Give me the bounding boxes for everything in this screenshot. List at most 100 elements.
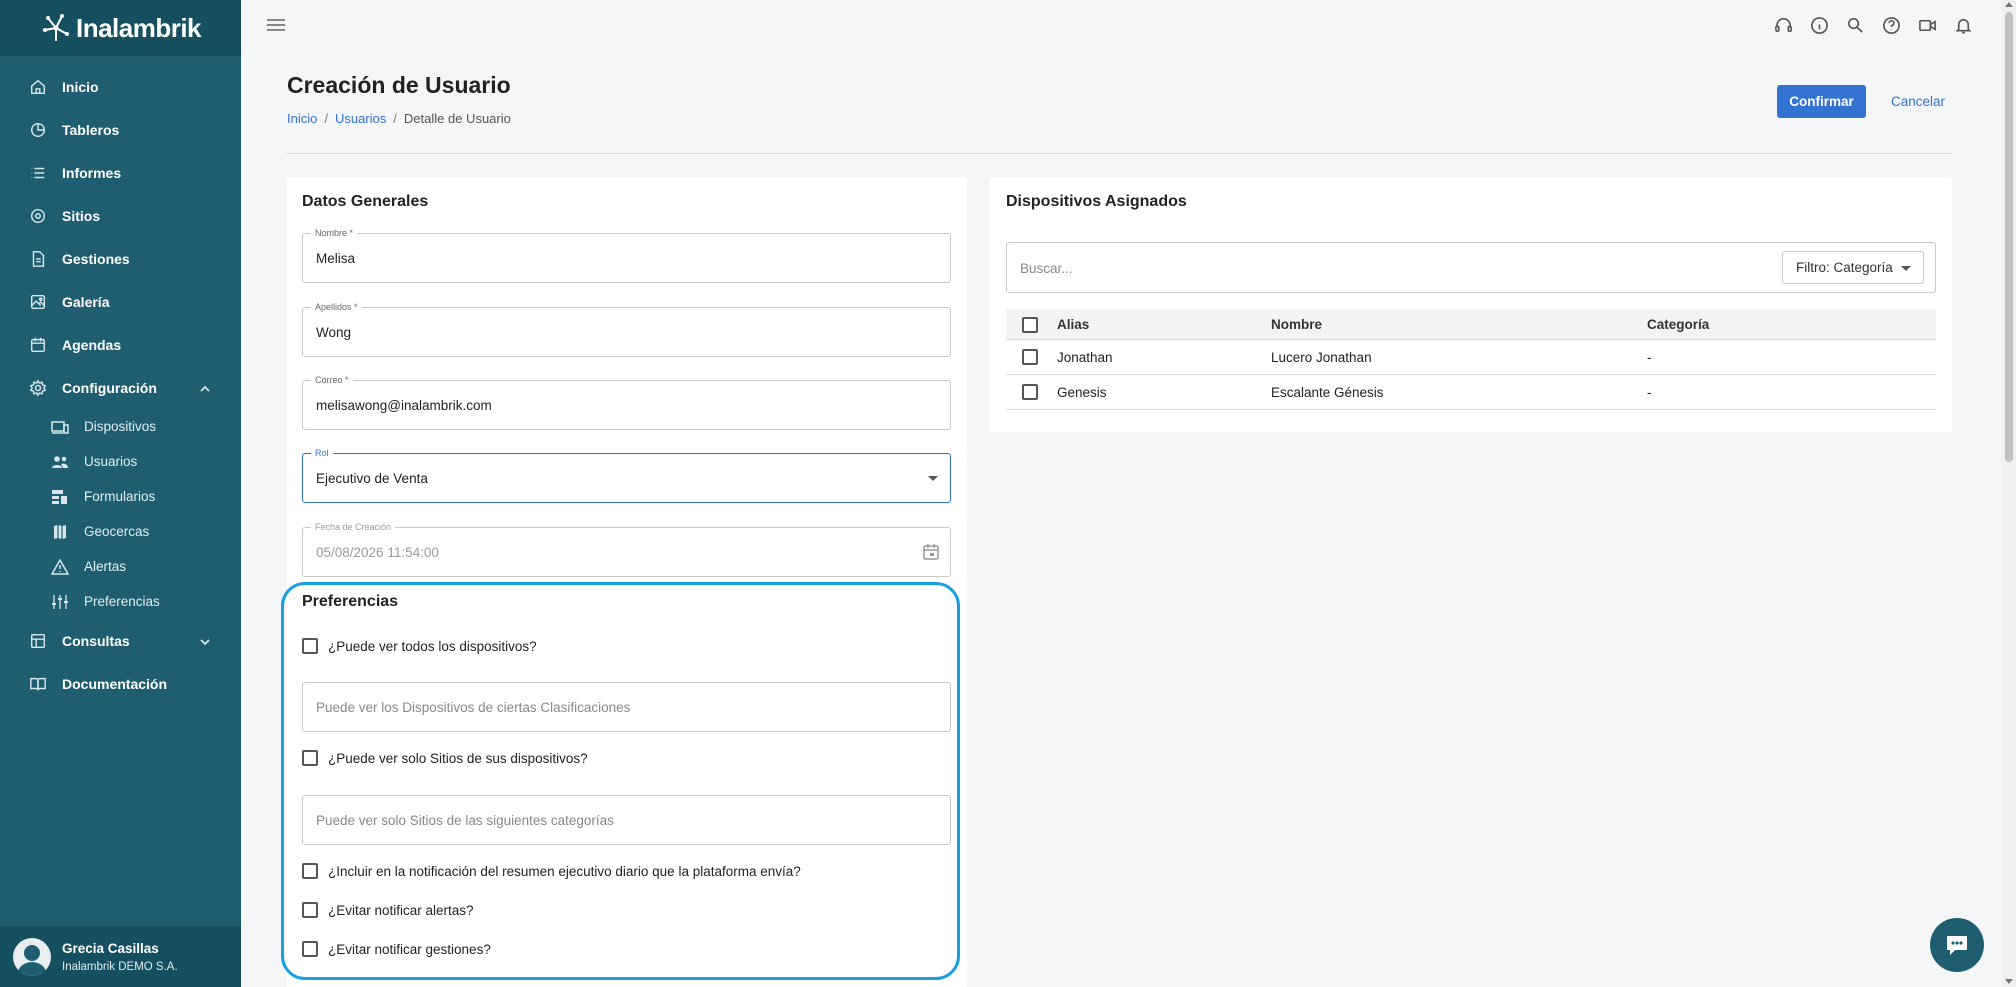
sidebar-item-agendas[interactable]: Agendas <box>0 323 241 366</box>
sidebar-item-documentacion[interactable]: Documentación <box>0 662 241 705</box>
cancel-button[interactable]: Cancelar <box>1880 85 1956 118</box>
header-divider <box>287 153 1952 154</box>
sidebar-item-label: Configuración <box>62 379 157 396</box>
nombre-label: Nombre * <box>311 228 358 239</box>
warning-icon <box>50 558 70 576</box>
table-row[interactable]: Genesis Escalante Génesis - <box>1006 375 1936 410</box>
sidebar-nav: Inicio Tableros Informes Sitios Gestione… <box>0 65 241 705</box>
assigned-devices-title: Dispositivos Asignados <box>1006 193 1187 210</box>
breadcrumb-current: Detalle de Usuario <box>403 111 511 126</box>
sidebar-subitem-alertas[interactable]: Alertas <box>0 549 241 584</box>
calendar-icon <box>28 335 48 355</box>
sidebar-item-tableros[interactable]: Tableros <box>0 108 241 151</box>
document-icon <box>28 249 48 269</box>
filter-label: Filtro: Categoría <box>1796 260 1893 275</box>
cell-alias: Jonathan <box>1057 350 1113 365</box>
sidebar-subitem-preferencias[interactable]: Preferencias <box>0 584 241 619</box>
sidebar-subitem-label: Alertas <box>84 559 127 574</box>
sidebar-item-galeria[interactable]: Galería <box>0 280 241 323</box>
category-filter-dropdown[interactable]: Filtro: Categoría <box>1782 251 1924 284</box>
breadcrumb-inicio[interactable]: Inicio <box>287 111 317 126</box>
help-icon[interactable] <box>1880 14 1902 36</box>
sidebar: Inalambrik Inicio Tableros Informes Siti… <box>0 0 241 987</box>
scroll-thumb[interactable] <box>2005 12 2013 462</box>
fecha-label: Fecha de Creación <box>311 522 396 533</box>
chevron-down-icon <box>199 635 211 647</box>
devices-icon <box>50 418 70 436</box>
table-header: Alias Nombre Categoría <box>1006 309 1936 340</box>
breadcrumb-separator: / <box>324 111 328 126</box>
video-icon[interactable] <box>1916 14 1938 36</box>
search-icon[interactable] <box>1844 14 1866 36</box>
apellidos-value: Wong <box>316 325 352 340</box>
bell-icon[interactable] <box>1952 14 1974 36</box>
search-placeholder: Buscar... <box>1020 261 1073 276</box>
sidebar-subitem-dispositivos[interactable]: Dispositivos <box>0 409 241 444</box>
apellidos-field[interactable]: Apellidos * Wong <box>302 302 951 357</box>
scroll-down-arrow[interactable] <box>2005 979 2013 984</box>
confirm-button[interactable]: Confirmar <box>1777 85 1866 118</box>
cell-categoria: - <box>1647 385 1652 400</box>
select-all-checkbox[interactable] <box>1022 317 1038 333</box>
forms-icon <box>50 488 70 506</box>
breadcrumb-separator: / <box>393 111 397 126</box>
table-row[interactable]: Jonathan Lucero Jonathan - <box>1006 340 1936 375</box>
page-title: Creación de Usuario <box>287 72 511 98</box>
row-checkbox[interactable] <box>1022 384 1038 400</box>
cell-nombre: Escalante Génesis <box>1271 385 1384 400</box>
sidebar-item-sitios[interactable]: Sitios <box>0 194 241 237</box>
sidebar-subitem-label: Preferencias <box>84 594 160 609</box>
sidebar-subitem-geocercas[interactable]: Geocercas <box>0 514 241 549</box>
nombre-value: Melisa <box>316 251 356 266</box>
column-header-alias[interactable]: Alias <box>1057 317 1089 332</box>
sidebar-item-gestiones[interactable]: Gestiones <box>0 237 241 280</box>
breadcrumb-usuarios[interactable]: Usuarios <box>335 111 386 126</box>
devices-table: Alias Nombre Categoría Jonathan Lucero J… <box>1006 309 1936 410</box>
user-profile[interactable]: Grecia Casillas Inalambrik DEMO S.A. <box>0 926 241 987</box>
preferences-highlight <box>281 582 960 980</box>
chevron-up-icon <box>199 382 211 394</box>
assigned-devices-card: Dispositivos Asignados Buscar... Filtro:… <box>989 177 1952 432</box>
home-icon <box>28 77 48 97</box>
logo-icon <box>42 14 69 41</box>
device-search-input[interactable]: Buscar... Filtro: Categoría <box>1006 242 1936 293</box>
sidebar-subitem-formularios[interactable]: Formularios <box>0 479 241 514</box>
sidebar-item-label: Sitios <box>62 207 101 224</box>
scroll-up-arrow[interactable] <box>2005 2 2013 7</box>
page-scrollbar[interactable] <box>2002 0 2016 987</box>
support-icon[interactable] <box>1772 14 1794 36</box>
sidebar-subitem-label: Geocercas <box>84 524 150 539</box>
dropdown-arrow-icon <box>1901 266 1911 271</box>
chat-button[interactable] <box>1930 918 1984 972</box>
sidebar-item-configuracion[interactable]: Configuración <box>0 366 241 409</box>
book-icon <box>28 674 48 694</box>
users-icon <box>50 453 70 471</box>
user-org: Inalambrik DEMO S.A. <box>62 960 178 973</box>
topbar <box>241 0 2002 52</box>
brand-logo[interactable]: Inalambrik <box>0 0 241 56</box>
sidebar-item-inicio[interactable]: Inicio <box>0 65 241 108</box>
sidebar-item-consultas[interactable]: Consultas <box>0 619 241 662</box>
correo-field[interactable]: Correo * melisawong@inalambrik.com <box>302 375 951 430</box>
row-checkbox[interactable] <box>1022 349 1038 365</box>
sidebar-subitem-label: Formularios <box>84 489 156 504</box>
nombre-field[interactable]: Nombre * Melisa <box>302 228 951 283</box>
info-icon[interactable] <box>1808 14 1830 36</box>
fecha-value: 05/08/2026 11:54:00 <box>316 545 439 560</box>
calendar-icon <box>923 544 939 560</box>
sidebar-subitem-label: Usuarios <box>84 454 138 469</box>
cell-alias: Genesis <box>1057 385 1107 400</box>
pie-chart-icon <box>28 120 48 140</box>
menu-icon[interactable] <box>267 19 285 33</box>
sidebar-item-informes[interactable]: Informes <box>0 151 241 194</box>
sidebar-item-label: Informes <box>62 164 122 181</box>
column-header-categoria[interactable]: Categoría <box>1647 317 1709 332</box>
column-header-nombre[interactable]: Nombre <box>1271 317 1322 332</box>
map-pin-icon <box>28 206 48 226</box>
topbar-actions <box>1772 14 1974 36</box>
sidebar-subitem-usuarios[interactable]: Usuarios <box>0 444 241 479</box>
table-icon <box>28 631 48 651</box>
sidebar-item-label: Agendas <box>62 336 122 353</box>
rol-select[interactable]: Rol Ejecutivo de Venta <box>302 448 951 503</box>
sidebar-item-label: Documentación <box>62 675 168 692</box>
